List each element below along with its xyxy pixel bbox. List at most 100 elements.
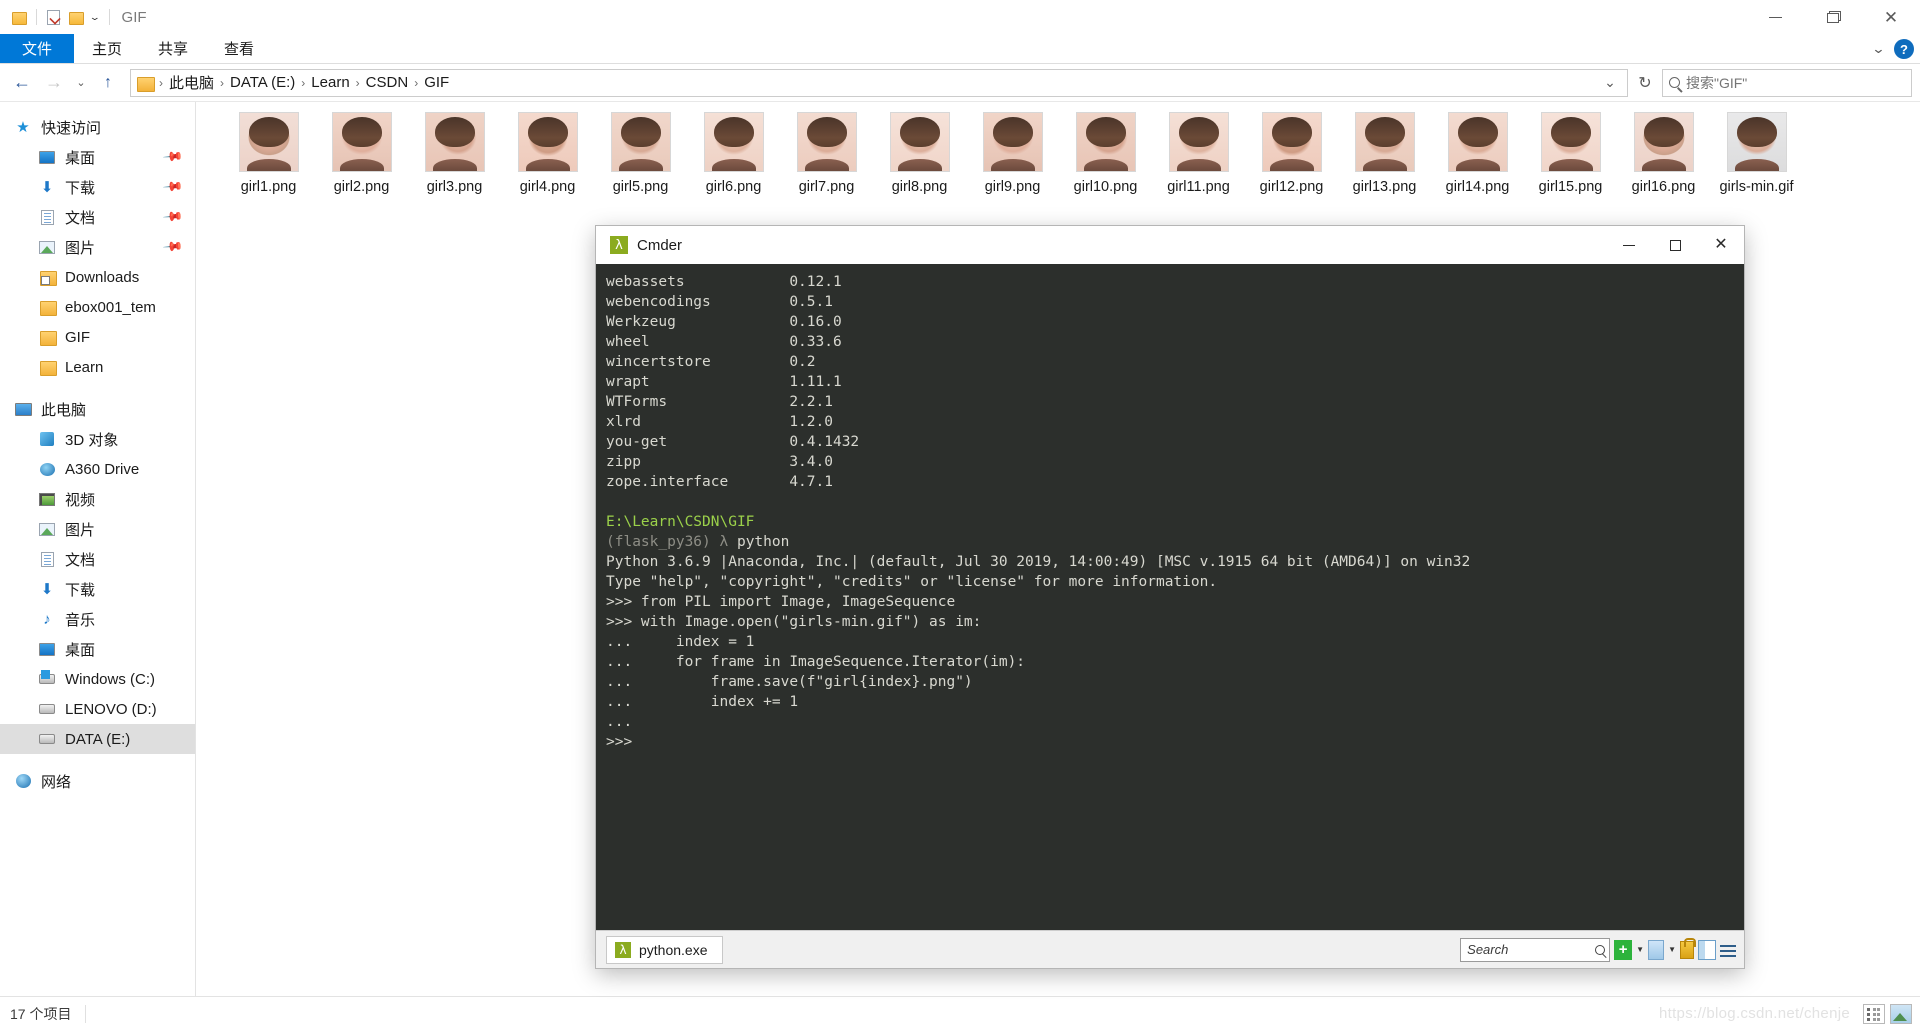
cmder-search-placeholder: Search: [1467, 942, 1508, 957]
file-item[interactable]: girl9.png: [966, 112, 1059, 216]
toolbar-divider: [36, 9, 37, 25]
sidebar-item-learn[interactable]: Learn: [0, 352, 195, 382]
chevron-down-icon[interactable]: ⌄: [1597, 69, 1623, 97]
help-icon[interactable]: ?: [1894, 39, 1914, 59]
breadcrumb-item-data-e[interactable]: DATA (E:): [226, 74, 299, 91]
breadcrumb-item-learn[interactable]: Learn: [307, 74, 353, 91]
sidebar-item-label: 下载: [65, 579, 95, 600]
tab-share[interactable]: 共享: [140, 34, 206, 63]
chevron-down-icon[interactable]: ⌄: [1871, 41, 1885, 57]
file-thumbnail: [1076, 112, 1136, 172]
cmder-title-bar[interactable]: λ Cmder ✕: [596, 226, 1744, 264]
chevron-down-icon[interactable]: ▼: [1668, 945, 1676, 954]
sidebar-item-label: 图片: [65, 519, 95, 540]
sidebar-item-data-e[interactable]: DATA (E:): [0, 724, 195, 754]
sidebar-item-a360-drive[interactable]: A360 Drive: [0, 454, 195, 484]
sidebar-item-videos[interactable]: 视频: [0, 484, 195, 514]
sidebar-item-gif[interactable]: GIF: [0, 322, 195, 352]
hamburger-menu-icon[interactable]: [1720, 943, 1736, 957]
chevron-down-icon[interactable]: ⌄: [89, 13, 101, 22]
file-item[interactable]: girl6.png: [687, 112, 780, 216]
new-console-plus-icon[interactable]: +: [1614, 940, 1632, 960]
pin-icon[interactable]: 📌: [162, 176, 185, 199]
properties-icon[interactable]: [43, 7, 63, 27]
file-item[interactable]: girl7.png: [780, 112, 873, 216]
sidebar-item-ebox001-tem[interactable]: ebox001_tem: [0, 292, 195, 322]
file-item[interactable]: girls-min.gif: [1710, 112, 1803, 216]
file-item[interactable]: girl1.png: [222, 112, 315, 216]
breadcrumb-item-this-pc[interactable]: 此电脑: [165, 72, 218, 93]
recent-locations-icon[interactable]: ⌄: [70, 68, 92, 98]
sidebar-item-desktop[interactable]: 桌面 📌: [0, 142, 195, 172]
terminal-banner-line-1: Python 3.6.9 |Anaconda, Inc.| (default, …: [606, 554, 1470, 570]
file-item[interactable]: girl10.png: [1059, 112, 1152, 216]
file-item[interactable]: girl15.png: [1524, 112, 1617, 216]
forward-arrow-icon[interactable]: →: [38, 68, 70, 98]
sidebar-item-documents[interactable]: 文档: [0, 544, 195, 574]
toggle-panel-icon[interactable]: [1698, 940, 1716, 960]
breadcrumb-item-csdn[interactable]: CSDN: [362, 74, 413, 91]
sidebar-item-downloads-pc[interactable]: ⬇ 下载: [0, 574, 195, 604]
sidebar-item-3d-objects[interactable]: 3D 对象: [0, 424, 195, 454]
sidebar-group-quick-access[interactable]: ★ 快速访问: [0, 112, 195, 142]
sidebar-group-this-pc[interactable]: 此电脑: [0, 394, 195, 424]
sidebar-item-pictures[interactable]: 图片: [0, 514, 195, 544]
sidebar-item-desktop-pc[interactable]: 桌面: [0, 634, 195, 664]
cmder-search-input[interactable]: Search: [1460, 938, 1610, 962]
maximize-button[interactable]: [1804, 0, 1862, 34]
cmder-minimize-button[interactable]: [1606, 226, 1652, 264]
terminal-output[interactable]: webassets 0.12.1 webencodings 0.5.1 Werk…: [596, 264, 1744, 930]
new-folder-icon[interactable]: [65, 7, 85, 27]
back-arrow-icon[interactable]: ←: [6, 68, 38, 98]
file-item[interactable]: girl11.png: [1152, 112, 1245, 216]
file-item[interactable]: girl2.png: [315, 112, 408, 216]
cmder-maximize-button[interactable]: [1652, 226, 1698, 264]
file-item[interactable]: girl3.png: [408, 112, 501, 216]
breadcrumb[interactable]: › 此电脑 › DATA (E:) › Learn › CSDN › GIF ⌄: [130, 69, 1628, 97]
sidebar-item-windows-c[interactable]: Windows (C:): [0, 664, 195, 694]
a360-drive-icon: [38, 460, 56, 478]
file-item[interactable]: girl16.png: [1617, 112, 1710, 216]
cmder-close-button[interactable]: ✕: [1698, 226, 1744, 264]
tab-home[interactable]: 主页: [74, 34, 140, 63]
file-item[interactable]: girl14.png: [1431, 112, 1524, 216]
file-item[interactable]: girl8.png: [873, 112, 966, 216]
split-pane-icon[interactable]: [1648, 940, 1664, 960]
large-icons-view-icon[interactable]: [1890, 1004, 1912, 1024]
cmder-tab-python[interactable]: λ python.exe: [606, 936, 723, 964]
tab-view[interactable]: 查看: [206, 34, 272, 63]
tab-file[interactable]: 文件: [0, 34, 74, 63]
sidebar-item-music[interactable]: ♪ 音乐: [0, 604, 195, 634]
search-placeholder: 搜索"GIF": [1686, 73, 1747, 93]
minimize-button[interactable]: [1746, 0, 1804, 34]
sidebar-item-downloads[interactable]: Downloads: [0, 262, 195, 292]
sidebar-group-network[interactable]: 网络: [0, 766, 195, 796]
file-item[interactable]: girl5.png: [594, 112, 687, 216]
folder-icon: [38, 328, 56, 346]
pin-icon[interactable]: 📌: [162, 206, 185, 229]
details-view-icon[interactable]: [1863, 1004, 1885, 1024]
breadcrumb-item-gif[interactable]: GIF: [420, 74, 453, 91]
close-button[interactable]: ✕: [1862, 0, 1920, 34]
file-name: girl4.png: [503, 178, 593, 196]
search-input[interactable]: 搜索"GIF": [1662, 69, 1912, 97]
file-tiles: girl1.png girl2.png girl3.png girl4.png …: [222, 112, 1914, 216]
terminal-session-line-2: >>> with Image.open("girls-min.gif") as …: [606, 614, 981, 630]
refresh-icon[interactable]: ↻: [1632, 69, 1658, 97]
pin-icon[interactable]: 📌: [162, 146, 185, 169]
sidebar-item-pictures-cn[interactable]: 图片 📌: [0, 232, 195, 262]
pin-icon[interactable]: 📌: [162, 236, 185, 259]
sidebar-item-lenovo-d[interactable]: LENOVO (D:): [0, 694, 195, 724]
folder-icon[interactable]: [8, 7, 28, 27]
sidebar-item-documents-cn[interactable]: 文档 📌: [0, 202, 195, 232]
lock-icon[interactable]: [1680, 941, 1694, 959]
file-name: girl13.png: [1340, 178, 1430, 196]
sidebar-item-downloads-cn[interactable]: ⬇ 下载 📌: [0, 172, 195, 202]
file-item[interactable]: girl4.png: [501, 112, 594, 216]
file-item[interactable]: girl13.png: [1338, 112, 1431, 216]
up-arrow-icon[interactable]: ↑: [92, 68, 124, 98]
navigation-pane[interactable]: ★ 快速访问 桌面 📌 ⬇ 下载 📌 文档 📌 图片 📌: [0, 102, 196, 996]
file-item[interactable]: girl12.png: [1245, 112, 1338, 216]
chevron-down-icon[interactable]: ▼: [1636, 945, 1644, 954]
terminal-session-line-4: ... for frame in ImageSequence.Iterator(…: [606, 654, 1025, 670]
